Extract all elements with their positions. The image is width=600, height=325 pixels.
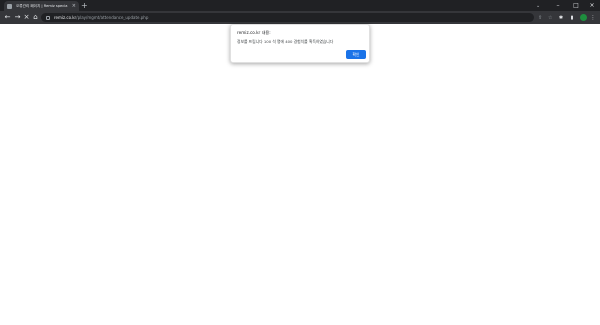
favicon-icon <box>7 3 12 9</box>
tab-title: 오류관리 페이지 | Remiz specia <box>16 3 68 8</box>
alert-dialog: remiz.co.kr 내용: 정보를 프립니다 100 석 명에 400 경험… <box>230 24 370 63</box>
stop-button[interactable]: × <box>22 13 31 22</box>
minimize-button[interactable]: – <box>552 0 564 11</box>
close-window-button[interactable]: × <box>586 0 598 11</box>
dialog-title: remiz.co.kr 내용: <box>237 30 271 35</box>
browser-toolbar: ← → × ⌂ remiz.co.kr/play/mgmt/attendance… <box>0 11 600 24</box>
page-content <box>0 24 600 325</box>
tab-strip: 오류관리 페이지 | Remiz specia × + ⌄ – □ × <box>0 0 600 11</box>
tab-close-icon[interactable]: × <box>72 3 76 9</box>
maximize-button[interactable]: □ <box>570 0 582 11</box>
browser-tab[interactable]: 오류관리 페이지 | Remiz specia × <box>4 1 79 11</box>
profile-avatar[interactable] <box>580 14 587 21</box>
url-host: remiz.co.kr <box>54 15 77 20</box>
back-button[interactable]: ← <box>3 13 12 22</box>
lock-icon[interactable] <box>46 15 50 20</box>
forward-button[interactable]: → <box>13 13 22 22</box>
tab-search-icon[interactable]: ⌄ <box>536 0 540 11</box>
extensions-icon[interactable]: ✱ <box>557 13 565 22</box>
menu-icon[interactable]: ⋮ <box>589 13 597 22</box>
url-path: /play/mgmt/attendance_update.php <box>76 15 149 20</box>
home-button[interactable]: ⌂ <box>31 13 40 22</box>
new-tab-button[interactable]: + <box>81 1 88 10</box>
bookmark-star-icon[interactable]: ☆ <box>548 13 552 22</box>
ok-button[interactable]: 확인 <box>346 50 366 59</box>
share-icon[interactable]: ⇪ <box>538 13 542 22</box>
sidebar-icon[interactable]: ▮ <box>568 13 576 22</box>
dialog-message: 정보를 프립니다 100 석 명에 400 경험치를 획득하였습니다 <box>237 39 334 44</box>
address-bar[interactable]: remiz.co.kr/play/mgmt/attendance_update.… <box>41 13 552 22</box>
